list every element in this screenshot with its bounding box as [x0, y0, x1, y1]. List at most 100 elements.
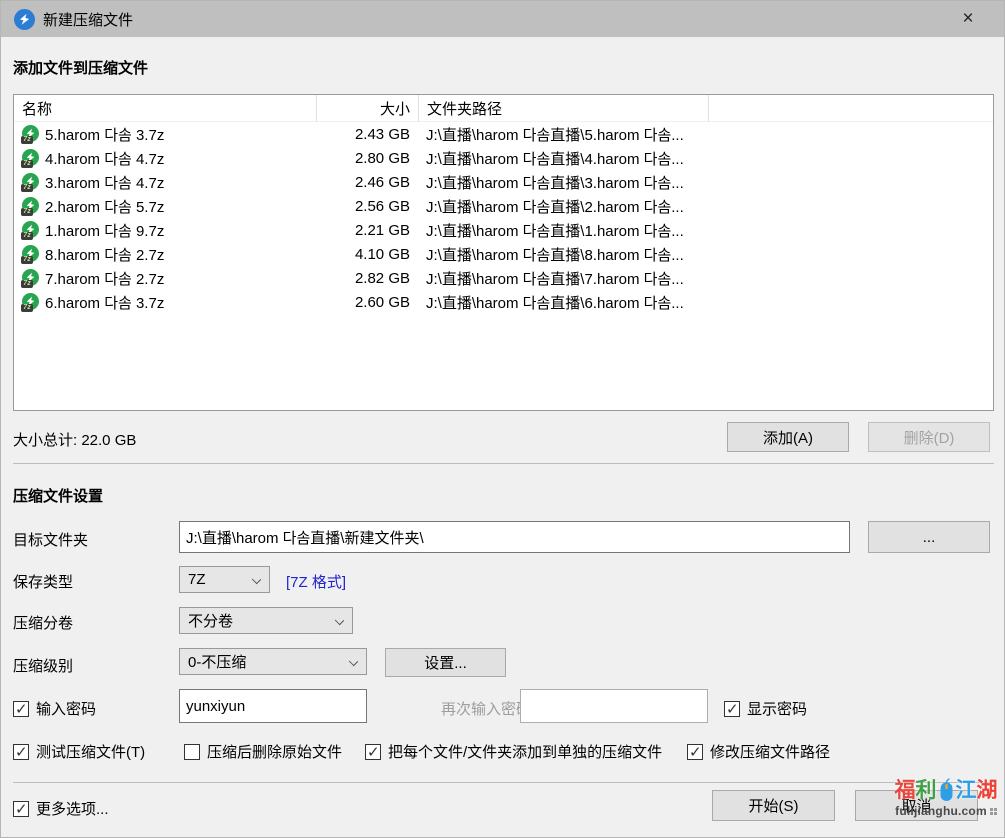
watermark-logo: 福利江湖 — [888, 777, 1004, 803]
footer-divider — [13, 782, 994, 783]
watermark-grid-icon — [990, 808, 997, 815]
mouse-icon — [938, 777, 955, 803]
watermark-char: 利 — [916, 780, 937, 801]
file-name: 1.harom 다솜 9.7z — [45, 220, 164, 241]
compress-level-label: 压缩级别 — [13, 655, 73, 676]
split-volume-value: 不分卷 — [188, 610, 233, 631]
compress-level-dropdown[interactable]: 0-不压缩 — [179, 648, 367, 675]
show-password-label: 显示密码 — [747, 698, 807, 719]
password-checkbox[interactable] — [13, 701, 29, 717]
watermark-char: 江 — [956, 780, 977, 801]
save-type-dropdown[interactable]: 7Z — [179, 566, 270, 593]
archive-7z-icon: 7z — [21, 293, 40, 312]
modify-path-checkbox[interactable] — [687, 744, 703, 760]
format-link[interactable]: [7Z 格式] — [286, 571, 346, 592]
column-header-name[interactable]: 名称 — [14, 95, 317, 122]
table-row[interactable]: 7z 6.harom 다솜 3.7z 2.60 GB J:\直播\harom 다솜… — [14, 290, 993, 314]
file-size: 2.43 GB — [317, 126, 419, 143]
watermark-domain-row: fulijianghu.com — [888, 804, 1004, 818]
compress-level-value: 0-不压缩 — [188, 651, 246, 672]
file-name: 4.harom 다솜 4.7z — [45, 148, 164, 169]
file-path: J:\直播\harom 다솜直播\7.harom 다솜... — [419, 268, 709, 289]
delete-button: 删除(D) — [868, 422, 990, 452]
archive-7z-icon: 7z — [21, 221, 40, 240]
file-size: 2.21 GB — [317, 222, 419, 239]
modify-path-option[interactable]: 修改压缩文件路径 — [687, 741, 830, 762]
file-path: J:\直播\harom 다솜直播\8.harom 다솜... — [419, 244, 709, 265]
target-folder-input[interactable] — [179, 521, 850, 553]
file-path: J:\直播\harom 다솜直播\5.harom 다솜... — [419, 124, 709, 145]
start-button[interactable]: 开始(S) — [712, 790, 835, 821]
separate-archives-option[interactable]: 把每个文件/文件夹添加到单独的压缩文件 — [365, 741, 662, 762]
file-path: J:\直播\harom 다솜直播\1.harom 다솜... — [419, 220, 709, 241]
file-name: 8.harom 다솜 2.7z — [45, 244, 164, 265]
chevron-down-icon — [335, 616, 344, 625]
add-button[interactable]: 添加(A) — [727, 422, 849, 452]
archive-7z-icon: 7z — [21, 125, 40, 144]
file-size: 4.10 GB — [317, 246, 419, 263]
file-path: J:\直播\harom 다솜直播\4.harom 다솜... — [419, 148, 709, 169]
file-size: 2.80 GB — [317, 150, 419, 167]
test-archive-option[interactable]: 测试压缩文件(T) — [13, 741, 145, 762]
column-header-path[interactable]: 文件夹路径 — [419, 95, 709, 122]
window-title: 新建压缩文件 — [43, 9, 133, 30]
more-options-checkbox[interactable] — [13, 801, 29, 817]
file-path: J:\直播\harom 다솜直播\3.harom 다솜... — [419, 172, 709, 193]
separate-archives-label: 把每个文件/文件夹添加到单独的压缩文件 — [388, 741, 662, 762]
file-size: 2.60 GB — [317, 294, 419, 311]
title-bar[interactable]: 新建压缩文件 × — [1, 1, 1004, 37]
table-row[interactable]: 7z7.harom 다솜 2.7z 2.82 GB J:\直播\harom 다솜… — [14, 266, 993, 290]
file-name: 3.harom 다솜 4.7z — [45, 172, 164, 193]
new-archive-dialog: { "window": { "title": "新建压缩文件", "close_… — [0, 0, 1005, 838]
archive-7z-icon: 7z — [21, 245, 40, 264]
table-row[interactable]: 7z2.harom 다솜 5.7z 2.56 GB J:\直播\harom 다솜… — [14, 194, 993, 218]
archive-7z-icon: 7z — [21, 173, 40, 192]
file-size: 2.82 GB — [317, 270, 419, 287]
save-type-value: 7Z — [188, 571, 206, 588]
watermark-char: 福 — [895, 780, 916, 801]
file-path: J:\直播\harom 다솜直播\6.harom 다솜... — [419, 292, 709, 313]
table-row[interactable]: 7z4.harom 다솜 4.7z 2.80 GB J:\直播\harom 다솜… — [14, 146, 993, 170]
total-size-label: 大小总计: 22.0 GB — [13, 429, 136, 450]
test-archive-checkbox[interactable] — [13, 744, 29, 760]
target-folder-label: 目标文件夹 — [13, 529, 88, 550]
password-checkbox-row[interactable]: 输入密码 — [13, 698, 96, 719]
delete-original-checkbox[interactable] — [184, 744, 200, 760]
file-list[interactable]: 名称 大小 文件夹路径 7z5.harom 다솜 3.7z 2.43 GB J:… — [13, 94, 994, 411]
section-divider — [13, 463, 994, 464]
show-password-checkbox[interactable] — [724, 701, 740, 717]
column-header-size[interactable]: 大小 — [317, 95, 419, 122]
file-size: 2.46 GB — [317, 174, 419, 191]
file-path: J:\直播\harom 다솜直播\2.harom 다솜... — [419, 196, 709, 217]
browse-button[interactable]: ... — [868, 521, 990, 553]
close-icon[interactable]: × — [954, 6, 982, 32]
password-checkbox-label: 输入密码 — [36, 698, 96, 719]
file-name: 7.harom 다솜 2.7z — [45, 268, 164, 289]
more-options-row[interactable]: 更多选项... — [13, 798, 109, 819]
show-password-row[interactable]: 显示密码 — [724, 698, 807, 719]
compression-settings-button[interactable]: 设置... — [385, 648, 506, 677]
chevron-down-icon — [252, 575, 261, 584]
watermark-domain: fulijianghu.com — [895, 804, 987, 818]
table-row[interactable]: 7z 3.harom 다솜 4.7z 2.46 GB J:\直播\harom 다솜… — [14, 170, 993, 194]
file-size: 2.56 GB — [317, 198, 419, 215]
modify-path-label: 修改压缩文件路径 — [710, 741, 830, 762]
table-row[interactable]: 7z5.harom 다솜 3.7z 2.43 GB J:\直播\harom 다솜… — [14, 122, 993, 146]
more-options-label: 更多选项... — [36, 798, 109, 819]
split-volume-dropdown[interactable]: 不分卷 — [179, 607, 353, 634]
watermark-char: 湖 — [977, 780, 998, 801]
file-name: 6.harom 다솜 3.7z — [45, 292, 164, 313]
bandizip-app-icon — [14, 9, 35, 30]
delete-original-option[interactable]: 压缩后删除原始文件 — [184, 741, 342, 762]
password-input[interactable] — [179, 689, 367, 723]
password-again-input — [520, 689, 708, 723]
separate-archives-checkbox[interactable] — [365, 744, 381, 760]
test-archive-label: 测试压缩文件(T) — [36, 741, 145, 762]
chevron-down-icon — [349, 657, 358, 666]
file-name: 2.harom 다솜 5.7z — [45, 196, 164, 217]
table-row[interactable]: 7z 1.harom 다솜 9.7z 2.21 GB J:\直播\harom 다솜… — [14, 218, 993, 242]
password-again-label: 再次输入密码 — [441, 698, 531, 719]
save-type-label: 保存类型 — [13, 571, 73, 592]
table-row[interactable]: 7z 8.harom 다솜 2.7z 4.10 GB J:\直播\harom 다솜… — [14, 242, 993, 266]
watermark: 福利江湖 fulijianghu.com — [888, 777, 1004, 837]
